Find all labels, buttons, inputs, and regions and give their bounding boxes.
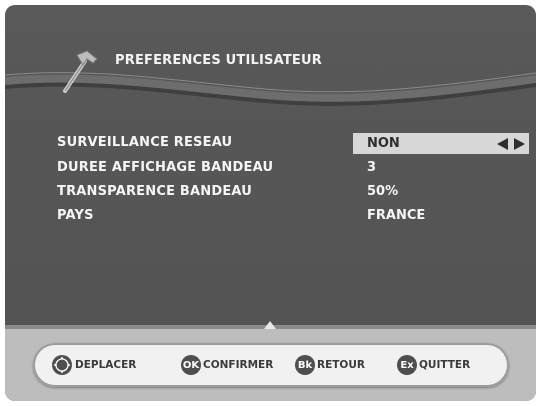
surveillance-reseau-selector[interactable]: NON: [353, 133, 529, 154]
deplacer-hint[interactable]: DEPLACER: [51, 355, 136, 375]
surveillance-reseau-value: NON: [367, 136, 400, 151]
button-legend: DEPLACER OK CONFIRMER Bk RETOUR Ex QUITT…: [33, 343, 509, 387]
quitter-label: QUITTER: [419, 359, 471, 371]
retour-label: RETOUR: [317, 359, 365, 371]
menu-label-duree-affichage: DUREE AFFICHAGE BANDEAU: [57, 160, 274, 175]
pays-value[interactable]: FRANCE: [367, 208, 425, 223]
tv-menu-screen: PREFERENCES UTILISATEUR SURVEILLANCE RES…: [5, 5, 536, 401]
menu-label-transparence: TRANSPARENCE BANDEAU: [57, 184, 253, 199]
back-key-icon: Bk: [295, 355, 315, 375]
confirmer-hint[interactable]: OK CONFIRMER: [181, 355, 273, 375]
duree-affichage-value[interactable]: 3: [367, 160, 376, 175]
transparence-value[interactable]: 50%: [367, 184, 398, 199]
deplacer-label: DEPLACER: [75, 359, 137, 371]
confirmer-label: CONFIRMER: [203, 359, 274, 371]
menu-label-surveillance-reseau: SURVEILLANCE RESEAU: [57, 135, 233, 150]
up-notch-icon: [264, 321, 276, 329]
left-right-arrows-icon[interactable]: [497, 137, 525, 151]
page-title: PREFERENCES UTILISATEUR: [115, 53, 322, 68]
exit-key-icon: Ex: [397, 355, 417, 375]
dpad-icon: [52, 355, 72, 375]
hammer-icon: [63, 50, 98, 93]
menu-label-pays: PAYS: [57, 208, 94, 223]
ok-key-icon: OK: [181, 355, 201, 375]
retour-hint[interactable]: Bk RETOUR: [295, 355, 365, 375]
quitter-hint[interactable]: Ex QUITTER: [397, 355, 470, 375]
